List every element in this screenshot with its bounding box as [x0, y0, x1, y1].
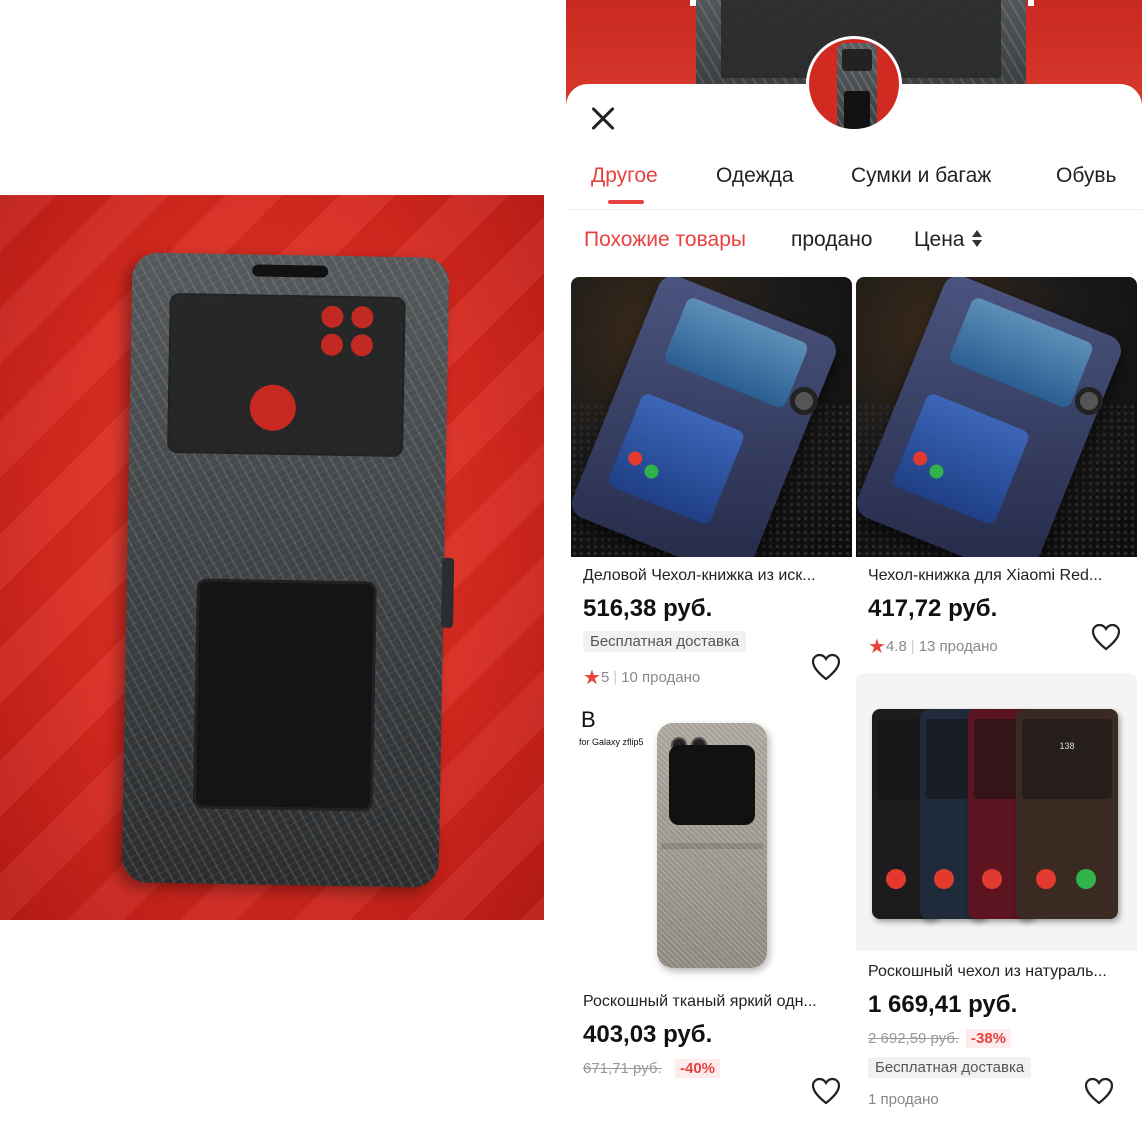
- case-clasp: [441, 557, 455, 628]
- flip-case-image: [657, 723, 767, 968]
- filter-sold[interactable]: продано: [791, 228, 872, 252]
- product-photo[interactable]: [0, 195, 544, 920]
- free-shipping-badge: Бесплатная доставка: [868, 1057, 1032, 1078]
- product-title: Деловой Чехол-книжка из иск...: [583, 567, 816, 584]
- product-card[interactable]: 138 Роскошный чехол из натураль... 1 669…: [856, 673, 1137, 1123]
- banner-marker: [1028, 0, 1034, 6]
- product-card[interactable]: Чехол-книжка для Xiaomi Red... 417,72 ру…: [856, 277, 1137, 667]
- tab-bags-luggage[interactable]: Сумки и багаж: [851, 164, 991, 188]
- case-window-bottom: [606, 391, 746, 526]
- thumbnail-window-top: [842, 49, 872, 71]
- product-title: Чехол-книжка для Xiaomi Red...: [868, 567, 1103, 584]
- heart-icon[interactable]: [811, 1077, 841, 1105]
- sold-count: 1 продано: [868, 1091, 939, 1108]
- filter-price[interactable]: Цена: [914, 228, 983, 252]
- product-card[interactable]: Деловой Чехол-книжка из иск... 516,38 ру…: [571, 277, 852, 697]
- lanyard-ring: [1075, 387, 1103, 415]
- sort-icon: [971, 229, 983, 249]
- image-model-text: for Galaxy zflip5: [579, 737, 644, 747]
- product-price: 1 669,41 руб.: [868, 991, 1018, 1018]
- camera-lens: [321, 305, 344, 328]
- cover-screen: [669, 745, 755, 825]
- decline-call-dot: [911, 449, 930, 468]
- screen: Другое Одежда Сумки и багаж Обувь Похожи…: [0, 0, 1142, 1125]
- rating-separator: |: [613, 669, 618, 686]
- product-image: B for Galaxy zflip5: [571, 703, 852, 983]
- product-price: 403,03 руб.: [583, 1021, 713, 1048]
- product-thumbnail[interactable]: [806, 36, 902, 132]
- thumbnail-window-bottom: [844, 91, 870, 129]
- product-image: [856, 277, 1137, 557]
- camera-lens: [350, 334, 374, 357]
- rating-value: 4.8: [885, 638, 907, 655]
- similar-products-panel: Другое Одежда Сумки и багаж Обувь Похожи…: [566, 0, 1142, 1125]
- rating-value: 5: [600, 669, 610, 686]
- product-title: Роскошный чехол из натураль...: [868, 963, 1107, 980]
- case-top-window: [167, 292, 406, 458]
- filter-price-label: Цена: [914, 228, 965, 251]
- heart-icon[interactable]: [811, 653, 841, 681]
- tab-shoes[interactable]: Обувь: [1056, 164, 1117, 188]
- camera-lens: [320, 333, 344, 356]
- lanyard-ring: [790, 387, 818, 415]
- sort-filters: Похожие товары продано Цена: [566, 226, 1142, 262]
- accept-call-dot: [642, 462, 661, 481]
- discount-badge: -40%: [675, 1059, 721, 1078]
- star-icon: ★: [868, 636, 886, 658]
- close-icon[interactable]: [586, 102, 620, 136]
- product-price: 516,38 руб.: [583, 595, 713, 622]
- accept-call-dot: [927, 462, 946, 481]
- product-image: 138: [856, 673, 1137, 951]
- heart-icon[interactable]: [1091, 623, 1121, 651]
- active-tab-indicator: [608, 200, 644, 204]
- decline-call-dot: [626, 449, 645, 468]
- speaker-slot: [252, 264, 329, 278]
- case-bottom-window: [192, 578, 377, 812]
- call-button: [886, 869, 906, 889]
- decline-button: [1036, 869, 1056, 889]
- phone-case-image: [121, 252, 455, 888]
- case-window-top: [662, 295, 810, 410]
- product-image: [571, 277, 852, 557]
- original-price: 2 692,59 руб.: [868, 1030, 960, 1047]
- original-price: 671,71 руб.: [583, 1060, 662, 1077]
- image-brand-text: B: [581, 707, 596, 732]
- heart-icon[interactable]: [1084, 1077, 1114, 1105]
- accept-button: [1076, 869, 1096, 889]
- case-variant-brown: 138: [1016, 709, 1118, 919]
- free-shipping-badge: Бесплатная доставка: [583, 631, 747, 652]
- camera-lens: [351, 306, 374, 329]
- call-button: [982, 869, 1002, 889]
- category-tabs: Другое Одежда Сумки и багаж Обувь: [566, 160, 1142, 210]
- sold-count: 10 продано: [621, 669, 701, 686]
- product-card[interactable]: B for Galaxy zflip5 Роскошный тканый ярк…: [571, 703, 852, 1123]
- filter-similar[interactable]: Похожие товары: [584, 228, 746, 252]
- product-title: Роскошный тканый яркий одн...: [583, 993, 817, 1010]
- tab-clothing[interactable]: Одежда: [716, 164, 794, 188]
- sold-count: 13 продано: [918, 638, 998, 655]
- case-window-top: [947, 295, 1095, 410]
- banner-marker: [690, 0, 696, 6]
- product-rating: ★5 | 10 продано: [583, 665, 700, 690]
- star-icon: ★: [583, 667, 601, 689]
- product-price: 417,72 руб.: [868, 595, 998, 622]
- product-rating: ★4.8 | 13 продано: [868, 634, 998, 659]
- tab-other[interactable]: Другое: [591, 164, 658, 188]
- card-pocket: [661, 843, 763, 849]
- rating-separator: |: [910, 638, 915, 655]
- case-window: 138: [1022, 719, 1112, 799]
- case-window-bottom: [891, 391, 1031, 526]
- call-button: [934, 869, 954, 889]
- discount-badge: -38%: [966, 1029, 1012, 1048]
